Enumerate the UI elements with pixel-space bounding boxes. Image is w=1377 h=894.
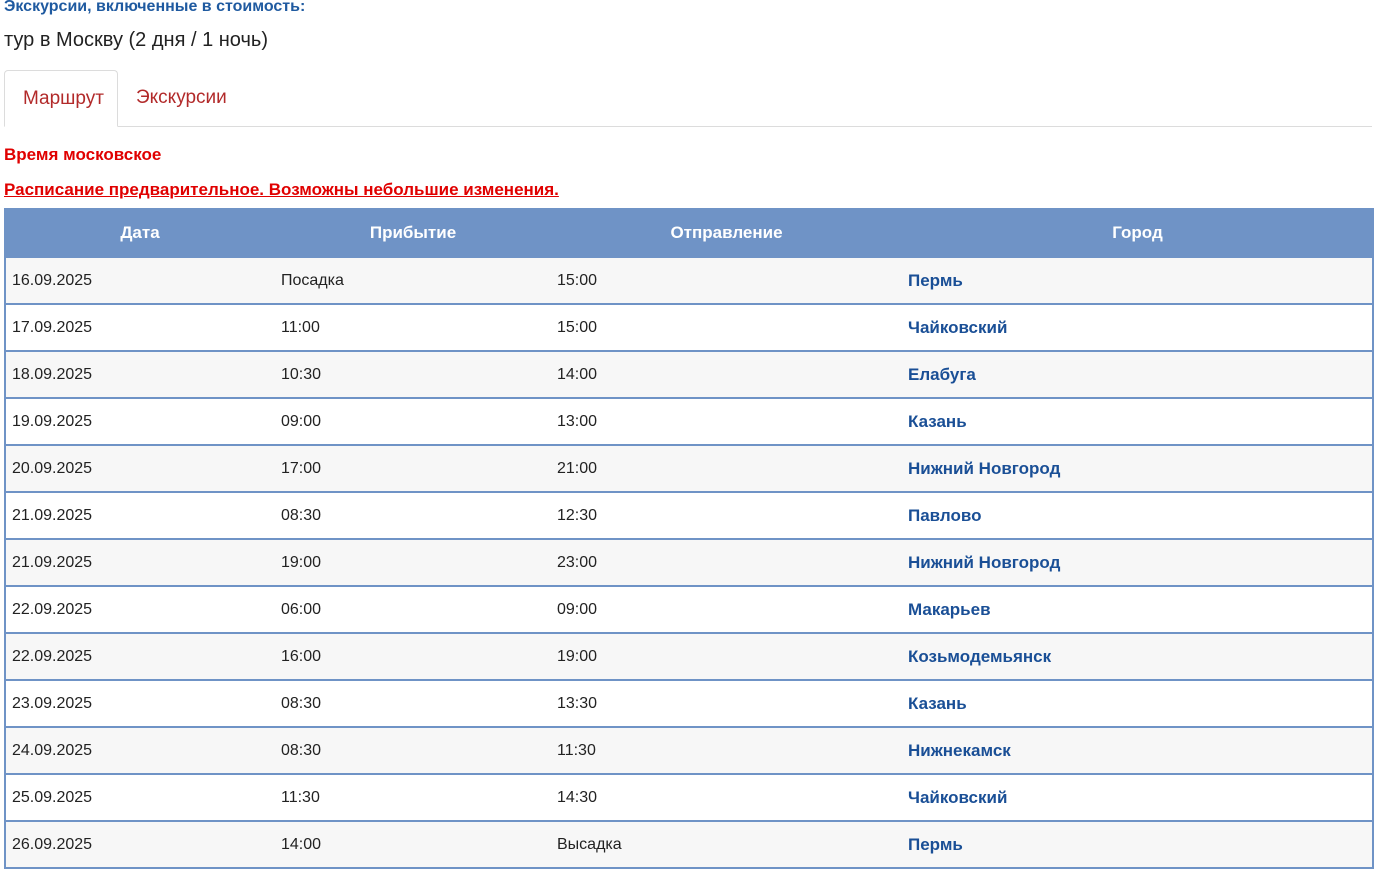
cell-date: 26.09.2025: [4, 820, 275, 869]
table-row: 16.09.2025 Посадка 15:00 Пермь: [4, 256, 1374, 305]
cell-arrival: Посадка: [275, 256, 551, 305]
table-row: 21.09.2025 08:30 12:30 Павлово: [4, 491, 1374, 540]
cell-date: 22.09.2025: [4, 585, 275, 634]
table-row: 25.09.2025 11:30 14:30 Чайковский: [4, 773, 1374, 822]
cell-city-link[interactable]: Нижний Новгород: [902, 444, 1374, 493]
column-header-date: Дата: [4, 208, 276, 258]
cell-date: 19.09.2025: [4, 397, 275, 446]
cell-departure: 14:30: [551, 773, 902, 822]
table-row: 21.09.2025 19:00 23:00 Нижний Новгород: [4, 538, 1374, 587]
cell-arrival: 14:00: [275, 820, 551, 869]
cell-arrival: 11:00: [275, 303, 551, 352]
table-row: 24.09.2025 08:30 11:30 Нижнекамск: [4, 726, 1374, 775]
cell-date: 24.09.2025: [4, 726, 275, 775]
cell-departure: 15:00: [551, 303, 902, 352]
table-row: 18.09.2025 10:30 14:00 Елабуга: [4, 350, 1374, 399]
cell-date: 20.09.2025: [4, 444, 275, 493]
cell-arrival: 09:00: [275, 397, 551, 446]
table-row: 22.09.2025 06:00 09:00 Макарьев: [4, 585, 1374, 634]
column-header-arrival: Прибытие: [274, 208, 552, 258]
cell-date: 18.09.2025: [4, 350, 275, 399]
cell-departure: 23:00: [551, 538, 902, 587]
cell-date: 22.09.2025: [4, 632, 275, 681]
cell-arrival: 19:00: [275, 538, 551, 587]
tab-bar: Маршрут Экскурсии: [4, 70, 1372, 127]
page: Экскурсии, включенные в стоимость: тур в…: [0, 0, 1377, 894]
cell-date: 25.09.2025: [4, 773, 275, 822]
cell-city-link[interactable]: Павлово: [902, 491, 1374, 540]
cell-arrival: 17:00: [275, 444, 551, 493]
cell-city-link[interactable]: Казань: [902, 397, 1374, 446]
excursions-heading: Экскурсии, включенные в стоимость:: [4, 0, 306, 15]
cell-departure: Высадка: [551, 820, 902, 869]
cell-departure: 14:00: [551, 350, 902, 399]
column-header-city: Город: [901, 208, 1374, 258]
cell-date: 21.09.2025: [4, 538, 275, 587]
cell-date: 21.09.2025: [4, 491, 275, 540]
cell-arrival: 08:30: [275, 679, 551, 728]
cell-city-link[interactable]: Макарьев: [902, 585, 1374, 634]
cell-arrival: 16:00: [275, 632, 551, 681]
table-row: 20.09.2025 17:00 21:00 Нижний Новгород: [4, 444, 1374, 493]
cell-city-link[interactable]: Чайковский: [902, 773, 1374, 822]
schedule-notice: Расписание предварительное. Возможны неб…: [4, 180, 559, 199]
cell-city-link[interactable]: Пермь: [902, 820, 1374, 869]
column-header-departure: Отправление: [550, 208, 903, 258]
cell-departure: 11:30: [551, 726, 902, 775]
table-row: 23.09.2025 08:30 13:30 Казань: [4, 679, 1374, 728]
cell-departure: 12:30: [551, 491, 902, 540]
cell-date: 23.09.2025: [4, 679, 275, 728]
cell-arrival: 08:30: [275, 491, 551, 540]
tab-route[interactable]: Маршрут: [4, 70, 118, 127]
table-row: 19.09.2025 09:00 13:00 Казань: [4, 397, 1374, 446]
cell-arrival: 06:00: [275, 585, 551, 634]
schedule-table: Дата Прибытие Отправление Город 16.09.20…: [4, 208, 1374, 869]
cell-arrival: 11:30: [275, 773, 551, 822]
cell-departure: 13:30: [551, 679, 902, 728]
schedule-body: 16.09.2025 Посадка 15:00 Пермь 17.09.2025 11:…: [4, 256, 1374, 869]
tour-name[interactable]: тур в Москву (2 дня / 1 ночь): [4, 28, 268, 52]
cell-city-link[interactable]: Елабуга: [902, 350, 1374, 399]
cell-departure: 13:00: [551, 397, 902, 446]
cell-arrival: 10:30: [275, 350, 551, 399]
cell-departure: 19:00: [551, 632, 902, 681]
cell-city-link[interactable]: Нижнекамск: [902, 726, 1374, 775]
cell-city-link[interactable]: Нижний Новгород: [902, 538, 1374, 587]
cell-date: 16.09.2025: [4, 256, 275, 305]
cell-city-link[interactable]: Казань: [902, 679, 1374, 728]
table-row: 26.09.2025 14:00 Высадка Пермь: [4, 820, 1374, 869]
tab-excursions[interactable]: Экскурсии: [118, 70, 245, 126]
cell-city-link[interactable]: Чайковский: [902, 303, 1374, 352]
cell-arrival: 08:30: [275, 726, 551, 775]
cell-date: 17.09.2025: [4, 303, 275, 352]
cell-departure: 21:00: [551, 444, 902, 493]
cell-departure: 09:00: [551, 585, 902, 634]
cell-city-link[interactable]: Козьмодемьянск: [902, 632, 1374, 681]
cell-city-link[interactable]: Пермь: [902, 256, 1374, 305]
table-row: 22.09.2025 16:00 19:00 Козьмодемьянск: [4, 632, 1374, 681]
cell-departure: 15:00: [551, 256, 902, 305]
table-header-row: Дата Прибытие Отправление Город: [4, 208, 1374, 258]
table-row: 17.09.2025 11:00 15:00 Чайковский: [4, 303, 1374, 352]
timezone-notice: Время московское: [4, 145, 162, 164]
